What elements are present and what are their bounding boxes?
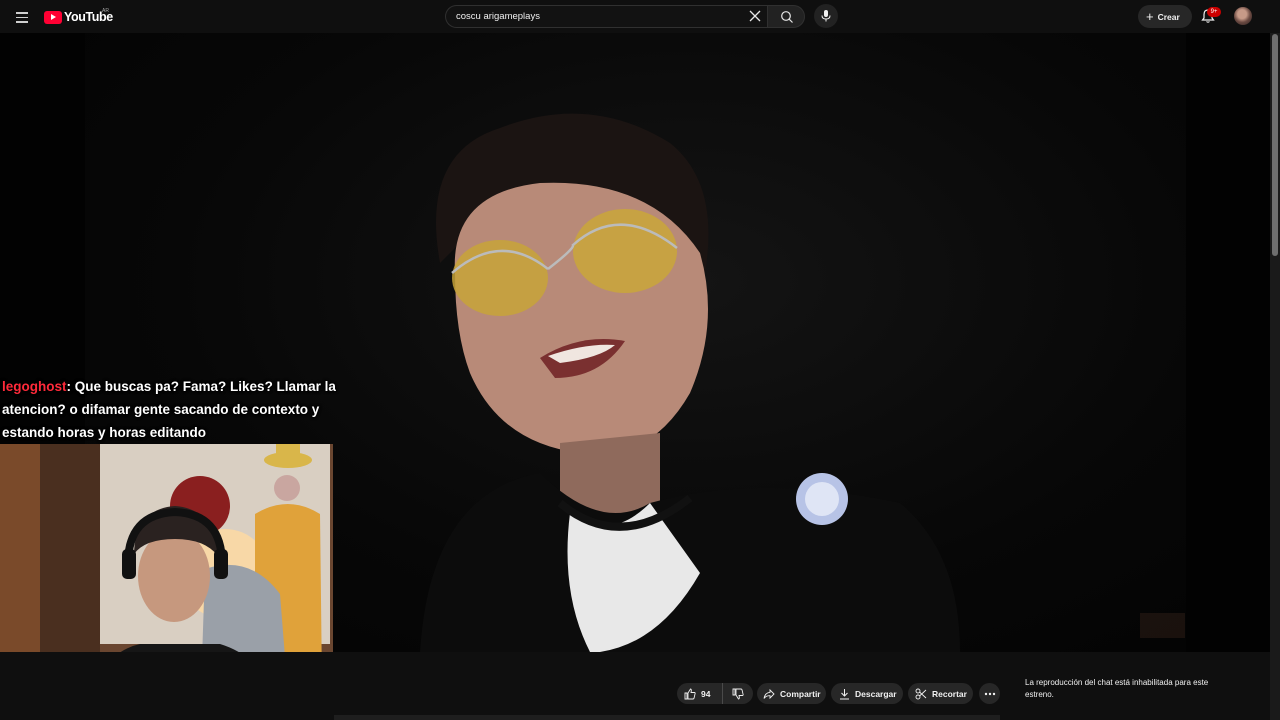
chat-disabled-message: La reproducción del chat está inhabilita… xyxy=(1025,678,1209,699)
chat-message-overlay: legoghost: Que buscas pa? Fama? Likes? L… xyxy=(2,375,347,444)
like-dislike-group: 94 xyxy=(677,683,753,704)
clip-button[interactable]: Recortar xyxy=(908,683,973,704)
thumbs-down-icon xyxy=(732,688,744,699)
chat-username: legoghost xyxy=(2,379,67,394)
download-button[interactable]: Descargar xyxy=(831,683,903,704)
search-icon xyxy=(781,11,793,23)
download-icon xyxy=(840,688,849,699)
video-player[interactable]: legoghost: Que buscas pa? Fama? Likes? L… xyxy=(0,33,1270,652)
notification-badge: 9+ xyxy=(1207,7,1221,17)
share-icon xyxy=(763,688,775,699)
region-code: AR xyxy=(102,8,109,14)
webcam-image xyxy=(0,444,333,652)
below-player-divider xyxy=(334,715,1000,720)
masthead: YouTube AR + Crear 9+ xyxy=(0,0,1280,33)
search-input[interactable] xyxy=(456,6,736,27)
microphone-icon xyxy=(821,10,831,22)
more-horizontal-icon xyxy=(984,692,995,695)
thumbs-up-icon xyxy=(684,688,696,699)
clear-search-icon[interactable] xyxy=(748,9,764,25)
account-avatar[interactable] xyxy=(1234,7,1252,25)
like-count: 94 xyxy=(701,688,711,699)
share-button[interactable]: Compartir xyxy=(757,683,826,704)
plus-icon: + xyxy=(1146,9,1154,24)
voice-search-button[interactable] xyxy=(814,4,838,28)
create-label: Crear xyxy=(1157,11,1180,22)
like-button[interactable]: 94 xyxy=(677,683,723,704)
youtube-play-icon xyxy=(44,10,62,24)
search-box xyxy=(445,5,767,28)
create-button[interactable]: + Crear xyxy=(1138,5,1192,28)
dislike-button[interactable] xyxy=(723,683,753,704)
clip-label: Recortar xyxy=(932,688,967,699)
search-button[interactable] xyxy=(767,5,805,28)
more-actions-button[interactable] xyxy=(979,683,1000,704)
scissors-icon xyxy=(915,688,927,699)
streamer-webcam-overlay xyxy=(0,444,333,652)
download-label: Descargar xyxy=(855,688,897,699)
menu-icon[interactable] xyxy=(12,7,32,27)
page-scrollbar-thumb[interactable] xyxy=(1272,34,1278,256)
share-label: Compartir xyxy=(780,688,821,699)
